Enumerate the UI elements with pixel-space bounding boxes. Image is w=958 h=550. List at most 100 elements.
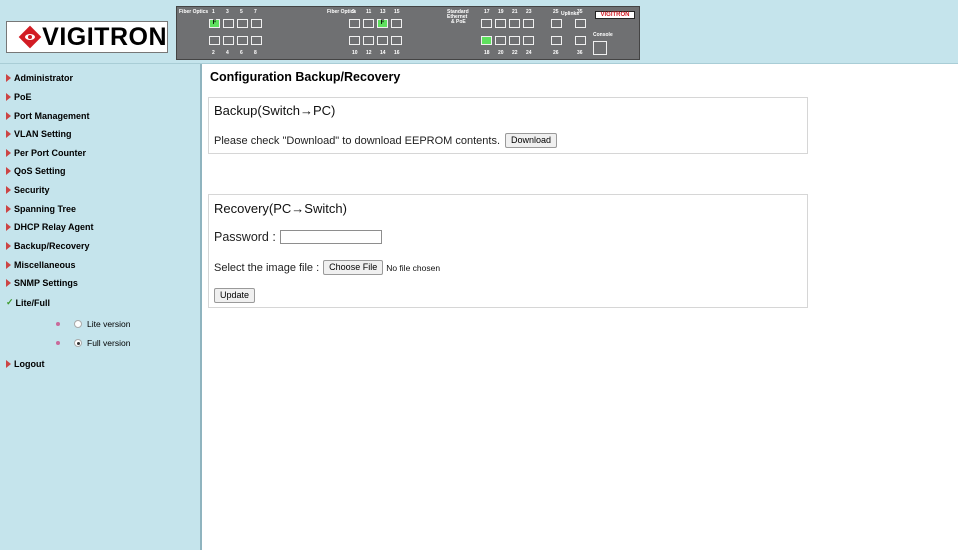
nav-per-port-counter[interactable]: Per Port Counter: [6, 148, 86, 158]
file-label: Select the image file :: [214, 261, 320, 274]
arrow-icon: [6, 130, 11, 138]
port-number-label: 21: [512, 9, 518, 15]
port-number-label: 17: [484, 9, 490, 15]
password-label: Password :: [214, 230, 276, 244]
port-bottom-b0: [349, 36, 360, 45]
port-bottom-a0: [209, 36, 220, 45]
console-port: [593, 41, 607, 55]
port-number-label: 13: [380, 9, 386, 15]
brand-name: VIGITRON: [42, 22, 167, 51]
port-number-label: 15: [394, 9, 400, 15]
port-top-b2: F: [377, 19, 388, 28]
port-bottom-c2: [509, 36, 520, 45]
port-top-b3: [391, 19, 402, 28]
poe-label: & PoE: [451, 19, 466, 25]
port-number-label: 7: [254, 9, 257, 15]
nav-security[interactable]: Security: [6, 185, 50, 195]
download-button[interactable]: Download: [505, 133, 558, 148]
arrow-icon: [6, 112, 11, 120]
password-row: Password :: [214, 230, 382, 244]
port-number-label: 10: [352, 50, 358, 56]
bullet-icon: [56, 322, 60, 326]
port-number-label: 8: [254, 50, 257, 56]
no-file-chosen-text: No file chosen: [386, 262, 441, 273]
arrow-icon: [6, 74, 11, 82]
port-number-label: 12: [366, 50, 372, 56]
arrow-icon: [6, 279, 11, 287]
file-row: Select the image file : Choose File No f…: [214, 260, 440, 275]
port-bottom-b3: [391, 36, 402, 45]
port-bottom-a2: [237, 36, 248, 45]
port-number-label: 6: [240, 50, 243, 56]
main-content: Configuration Backup/Recovery Backup(Swi…: [204, 64, 958, 550]
nav-spanning-tree[interactable]: Spanning Tree: [6, 204, 76, 214]
nav-vlan-setting[interactable]: VLAN Setting: [6, 129, 72, 139]
arrow-icon: [6, 93, 11, 101]
port-bottom-a1: [223, 36, 234, 45]
backup-title: Backup(Switch→PC): [214, 103, 336, 118]
port-top-a3: [251, 19, 262, 28]
nav-poe[interactable]: PoE: [6, 92, 32, 102]
arrow-icon: [6, 186, 11, 194]
nav-snmp-settings[interactable]: SNMP Settings: [6, 278, 78, 288]
port-number-label: 4: [226, 50, 229, 56]
update-button[interactable]: Update: [214, 288, 256, 303]
port-top-a2: [237, 19, 248, 28]
port-top-c0: [481, 19, 492, 28]
bullet-icon: [56, 341, 60, 345]
port-top-c3: [523, 19, 534, 28]
nav-miscellaneous[interactable]: Miscellaneous: [6, 260, 76, 270]
check-icon: ✓: [6, 297, 14, 307]
port-bottom-b1: [363, 36, 374, 45]
port-bottom-c1: [495, 36, 506, 45]
eye-logo-icon: [18, 25, 42, 49]
nav-port-management[interactable]: Port Management: [6, 111, 90, 121]
port-number-label: 36: [577, 50, 583, 56]
port-bottom-c0: [481, 36, 492, 45]
port-number-label: 9: [352, 9, 355, 15]
port-number-label: 14: [380, 50, 386, 56]
uplink-port-top: [575, 19, 586, 28]
port-bottom-b2: [377, 36, 388, 45]
port-number-label: 3: [226, 9, 229, 15]
page-title: Configuration Backup/Recovery: [210, 70, 401, 84]
arrow-icon: [6, 167, 11, 175]
port-number-label: 25: [553, 9, 559, 15]
arrow-icon: [6, 205, 11, 213]
recovery-title: Recovery(PC→Switch): [214, 201, 347, 216]
lite-version-radio[interactable]: [74, 320, 82, 328]
fiber-optics-label: Fiber Optics: [179, 9, 209, 15]
port-bottom-c3: [523, 36, 534, 45]
port-number-label: 22: [512, 50, 518, 56]
full-version-option[interactable]: Full version: [56, 338, 130, 348]
choose-file-button[interactable]: Choose File: [323, 260, 384, 275]
port-number-label: 35: [577, 9, 583, 15]
uplink-port-bottom: [551, 36, 562, 45]
port-number-label: 18: [484, 50, 490, 56]
arrow-icon: [6, 242, 11, 250]
nav-lite-full[interactable]: ✓ Lite/Full: [6, 297, 50, 308]
password-input[interactable]: [279, 230, 382, 244]
sidebar: Administrator PoE Port Management VLAN S…: [0, 64, 202, 550]
nav-backup-recovery[interactable]: Backup/Recovery: [6, 241, 90, 251]
nav-administrator[interactable]: Administrator: [6, 73, 73, 83]
arrow-icon: [6, 149, 11, 157]
nav-dhcp-relay-agent[interactable]: DHCP Relay Agent: [6, 222, 94, 232]
nav-logout[interactable]: Logout: [6, 359, 45, 369]
header: VIGITRON Fiber Optics Fiber Optics Stand…: [0, 0, 958, 64]
update-row: Update: [214, 288, 256, 303]
uplink-port-bottom: [575, 36, 586, 45]
uplink-port-top: [551, 19, 562, 28]
full-version-radio[interactable]: [74, 339, 82, 347]
port-top-b0: [349, 19, 360, 28]
port-top-b1: [363, 19, 374, 28]
arrow-icon: [6, 360, 11, 368]
port-number-label: 24: [526, 50, 532, 56]
nav-qos-setting[interactable]: QoS Setting: [6, 166, 66, 176]
switch-front-panel: Fiber Optics Fiber Optics Standard Ether…: [176, 6, 640, 60]
arrow-icon: [6, 261, 11, 269]
port-top-a0: F: [209, 19, 220, 28]
port-top-c1: [495, 19, 506, 28]
lite-version-option[interactable]: Lite version: [56, 319, 130, 329]
backup-row: Please check "Download" to download EEPR…: [214, 133, 558, 148]
